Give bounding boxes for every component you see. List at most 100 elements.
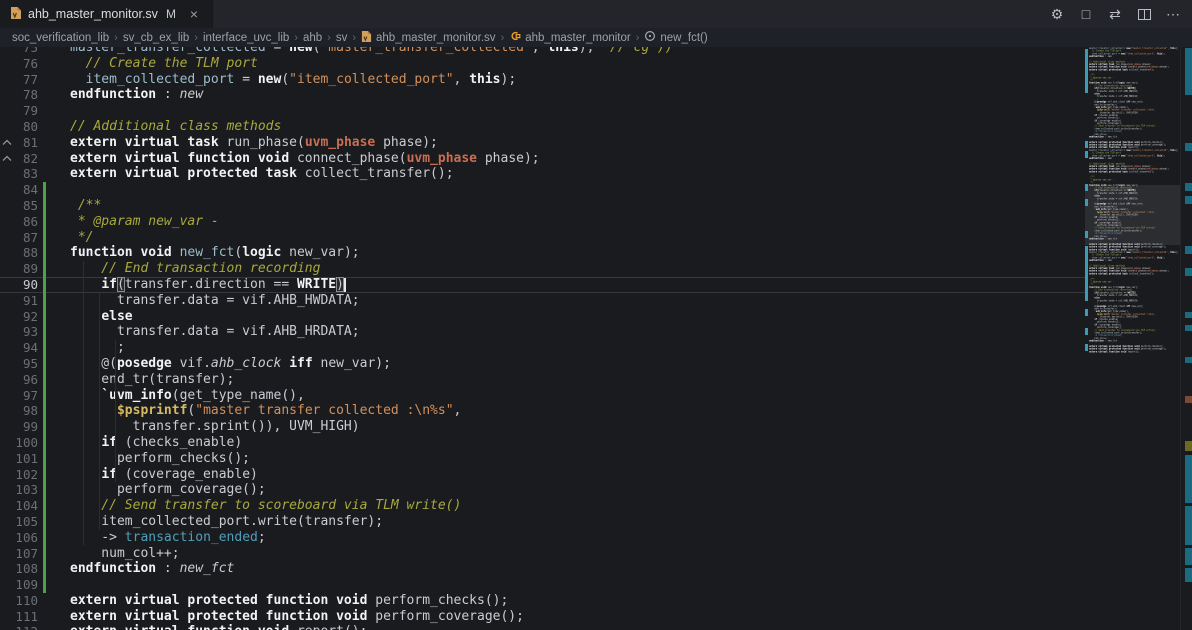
- code-line-90[interactable]: 90 if(transfer.direction == WRITE): [0, 277, 1085, 293]
- ruler-mark: [1185, 548, 1192, 565]
- breadcrumb-item-sv[interactable]: sv: [336, 32, 348, 44]
- code-line-106[interactable]: 106 -> transaction_ended;: [0, 530, 1085, 546]
- minimap-change-marker: [1085, 246, 1088, 301]
- line-number: 92: [14, 309, 38, 325]
- git-added-gutter-bar: [43, 482, 46, 498]
- git-gutter-space: [43, 135, 46, 151]
- code-text: extern virtual function void connect_pha…: [70, 151, 540, 167]
- line-number: 97: [14, 388, 38, 404]
- git-added-gutter-bar: [43, 372, 46, 388]
- code-line-108[interactable]: 108endfunction : new_fct: [0, 561, 1085, 577]
- code-line-85[interactable]: 85 /**: [0, 198, 1085, 214]
- git-added-gutter-bar: [43, 198, 46, 214]
- gutter-space: [0, 388, 14, 404]
- code-line-109[interactable]: 109: [0, 577, 1085, 593]
- code-line-88[interactable]: 88function void new_fct(logic new_var);: [0, 245, 1085, 261]
- minimap-change-marker: [1085, 309, 1088, 316]
- code-line-78[interactable]: 78endfunction : new: [0, 87, 1085, 103]
- code-line-102[interactable]: 102 if (coverage_enable): [0, 467, 1085, 483]
- gutter-space: [0, 277, 14, 293]
- line-number: 111: [14, 609, 38, 625]
- code-line-96[interactable]: 96 end_tr(transfer);: [0, 372, 1085, 388]
- code-line-107[interactable]: 107 num_col++;: [0, 546, 1085, 562]
- breadcrumb-item-sv-cb-ex-lib[interactable]: sv_cb_ex_lib: [123, 32, 189, 44]
- breadcrumb-item-ahb-master-monitor-sv[interactable]: ahb_master_monitor.sv: [361, 30, 496, 46]
- more-actions-icon[interactable]: ⋯: [1162, 3, 1184, 25]
- code-line-81[interactable]: 81extern virtual task run_phase(uvm_phas…: [0, 135, 1085, 151]
- git-gutter-space: [43, 593, 46, 609]
- code-line-110[interactable]: 110extern virtual protected function voi…: [0, 593, 1085, 609]
- breadcrumb-label: ahb_master_monitor.sv: [376, 32, 496, 44]
- git-added-gutter-bar: [43, 245, 46, 261]
- line-number: 102: [14, 467, 38, 483]
- code-line-105[interactable]: 105 item_collected_port.write(transfer);: [0, 514, 1085, 530]
- code-text: transfer.data = vif.AHB_HRDATA;: [70, 324, 360, 340]
- code-line-91[interactable]: 91 transfer.data = vif.AHB_HWDATA;: [0, 293, 1085, 309]
- git-added-gutter-bar: [43, 451, 46, 467]
- code-text: master_transfer_collected = new("master_…: [70, 47, 673, 56]
- code-line-95[interactable]: 95 @(posedge vif.ahb_clock iff new_var);: [0, 356, 1085, 372]
- ruler-mark: [1185, 441, 1192, 451]
- code-line-98[interactable]: 98 $psprintf("master transfer collected …: [0, 403, 1085, 419]
- code-line-84[interactable]: 84: [0, 182, 1085, 198]
- layout-square-icon[interactable]: □: [1075, 3, 1097, 25]
- minimap-slider[interactable]: [1085, 185, 1180, 245]
- code-line-111[interactable]: 111 extern virtual protected function voi…: [0, 609, 1085, 625]
- ruler-mark: [1185, 268, 1192, 276]
- breadcrumb-separator: ›: [194, 32, 198, 44]
- code-text: extern virtual protected function void p…: [70, 609, 524, 625]
- line-number: 80: [14, 119, 38, 135]
- code-line-83[interactable]: 83extern virtual protected task collect_…: [0, 166, 1085, 182]
- indent-guide: [99, 293, 100, 530]
- git-added-gutter-bar: [43, 214, 46, 230]
- code-line-76[interactable]: 76 // Create the TLM port: [0, 56, 1085, 72]
- line-number: 103: [14, 482, 38, 498]
- breadcrumb-item-new-fct-[interactable]: new_fct(): [644, 30, 707, 45]
- breadcrumb-item-soc-verification-lib[interactable]: soc_verification_lib: [12, 32, 109, 44]
- minimap[interactable]: master_transfer_collected = new("master_…: [1085, 47, 1180, 630]
- minimap-change-marker: [1085, 328, 1088, 335]
- overview-ruler[interactable]: [1180, 47, 1192, 630]
- git-gutter-space: [43, 87, 46, 103]
- code-line-89[interactable]: 89 // End transaction recording: [0, 261, 1085, 277]
- line-number: 112: [14, 624, 38, 630]
- code-line-99[interactable]: 99 transfer.sprint()), UVM_HIGH): [0, 419, 1085, 435]
- split-editor-icon[interactable]: [1133, 3, 1155, 25]
- line-number: 83: [14, 166, 38, 182]
- gutter-space: [0, 47, 14, 56]
- settings-gear-icon[interactable]: ⚙: [1046, 3, 1068, 25]
- breadcrumb-item-ahb-master-monitor[interactable]: ahb_master_monitor: [509, 30, 630, 45]
- breadcrumb-item-interface-uvc-lib[interactable]: interface_uvc_lib: [203, 32, 289, 44]
- gutter-space: [0, 530, 14, 546]
- code-line-80[interactable]: 80// Additional class methods: [0, 119, 1085, 135]
- line-number: 87: [14, 230, 38, 246]
- code-text: */: [70, 230, 93, 246]
- ruler-mark: [1185, 357, 1192, 363]
- ruler-mark: [1185, 568, 1192, 582]
- code-line-101[interactable]: 101 perform_checks();: [0, 451, 1085, 467]
- tab-ahb-master-monitor[interactable]: ahb_master_monitor.sv M ×: [0, 0, 213, 28]
- code-line-92[interactable]: 92 else: [0, 309, 1085, 325]
- code-line-86[interactable]: 86 * @param new_var -: [0, 214, 1085, 230]
- code-line-87[interactable]: 87 */: [0, 230, 1085, 246]
- code-line-112[interactable]: 112extern virtual function void report()…: [0, 624, 1085, 630]
- breadcrumb-item-ahb[interactable]: ahb: [303, 32, 322, 44]
- fold-chevron-icon[interactable]: [0, 151, 14, 167]
- close-tab-icon[interactable]: ×: [186, 6, 202, 22]
- fold-chevron-icon[interactable]: [0, 135, 14, 151]
- code-line-100[interactable]: 100 if (checks_enable): [0, 435, 1085, 451]
- code-line-93[interactable]: 93 transfer.data = vif.AHB_HRDATA;: [0, 324, 1085, 340]
- breadcrumb-label: sv: [336, 32, 348, 44]
- code-line-94[interactable]: 94 ;: [0, 340, 1085, 356]
- code-line-104[interactable]: 104 // Send transfer to scoreboard via T…: [0, 498, 1085, 514]
- code-line-79[interactable]: 79: [0, 103, 1085, 119]
- code-line-75[interactable]: 75master_transfer_collected = new("maste…: [0, 47, 1085, 56]
- line-number: 82: [14, 151, 38, 167]
- open-changes-icon[interactable]: ⇄: [1104, 3, 1126, 25]
- code-line-77[interactable]: 77 item_collected_port = new("item_colle…: [0, 72, 1085, 88]
- gutter-space: [0, 245, 14, 261]
- code-editor[interactable]: 75master_transfer_collected = new("maste…: [0, 47, 1085, 630]
- code-line-97[interactable]: 97 `uvm_info(get_type_name(),: [0, 388, 1085, 404]
- code-line-103[interactable]: 103 perform_coverage();: [0, 482, 1085, 498]
- code-line-82[interactable]: 82 extern virtual function void connect_p…: [0, 151, 1085, 167]
